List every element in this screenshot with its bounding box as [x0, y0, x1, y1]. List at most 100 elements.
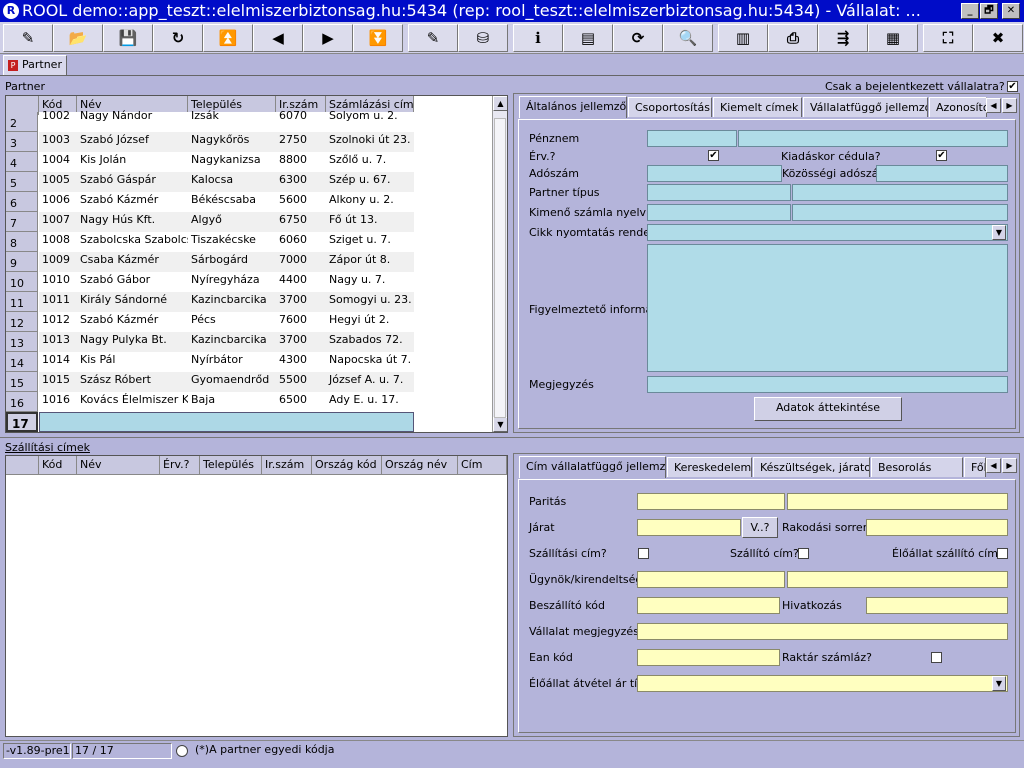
- eloallat-atvetel-select[interactable]: [637, 675, 1008, 692]
- table-row[interactable]: 12 1012 Szabó Kázmér Pécs 7600 Hegyi út 2.: [6, 312, 496, 332]
- prev-button[interactable]: ◀: [253, 24, 303, 52]
- eloallat-checkbox[interactable]: [997, 548, 1008, 559]
- cell-ir[interactable]: 6060: [276, 232, 326, 252]
- cell-nev[interactable]: Szabó József: [77, 132, 188, 152]
- cell-ir[interactable]: 8800: [276, 152, 326, 172]
- cell-nev[interactable]: Nagy Nándor: [77, 108, 188, 128]
- ship-col-erv[interactable]: Érv.?: [160, 456, 200, 475]
- cell-kod[interactable]: 1014: [39, 352, 77, 372]
- cikk-select[interactable]: [647, 224, 1008, 241]
- ship-col-kod[interactable]: Kód: [39, 456, 77, 475]
- table-row[interactable]: 11 1011 Király Sándorné Kazincbarcika 3700 So…: [6, 292, 496, 312]
- cell-tel[interactable]: Kalocsa: [188, 172, 276, 192]
- cell-cim[interactable]: Ady E. u. 17.: [326, 392, 414, 412]
- cell-ir[interactable]: 5500: [276, 372, 326, 392]
- cell-ir[interactable]: 4300: [276, 352, 326, 372]
- table-row[interactable]: 13 1013 Nagy Pulyka Bt. Kazincbarcika 3700 Sz…: [6, 332, 496, 352]
- cell-kod[interactable]: 1016: [39, 392, 77, 412]
- hivatkozas-field[interactable]: [866, 597, 1008, 614]
- cell-kod[interactable]: 1008: [39, 232, 77, 252]
- table-row[interactable]: 8 1008 Szabolcska Szabolcs Tiszakécske 6060 S…: [6, 232, 496, 252]
- cell-ir[interactable]: 7000: [276, 252, 326, 272]
- table-row[interactable]: 4 1004 Kis Jolán Nagykanizsa 8800 Szőlő u. 7.: [6, 152, 496, 172]
- cell-tel[interactable]: Izsák: [188, 108, 276, 128]
- cell-kod[interactable]: 1003: [39, 132, 77, 152]
- szallitasi-cim-checkbox[interactable]: [638, 548, 649, 559]
- cell-cim[interactable]: Solyom u. 2.: [326, 108, 414, 128]
- table-row[interactable]: 16 1016 Kovács Élelmiszer Kft Baja 6500 Ady E…: [6, 392, 496, 412]
- shipping-tab-3[interactable]: Besorolás: [871, 457, 963, 477]
- cell-kod[interactable]: 1009: [39, 252, 77, 272]
- up-first-button[interactable]: ⏫: [203, 24, 253, 52]
- penznem-name-field[interactable]: [738, 130, 1008, 147]
- cell-tel[interactable]: Kazincbarcika: [188, 332, 276, 352]
- vallalat-megjegyzes-field[interactable]: [637, 623, 1008, 640]
- cell-nev[interactable]: Szabó Gáspár: [77, 172, 188, 192]
- cell-cim[interactable]: Szőlő u. 7.: [326, 152, 414, 172]
- row-number[interactable]: 9: [6, 252, 38, 272]
- figyelmezteto-textarea[interactable]: [647, 244, 1008, 372]
- form-view-button[interactable]: ▤: [563, 24, 613, 52]
- new-row-cells[interactable]: [39, 412, 414, 432]
- megjegyzes-field[interactable]: [647, 376, 1008, 393]
- edit-button[interactable]: ✎: [408, 24, 458, 52]
- cell-ir[interactable]: 6070: [276, 108, 326, 128]
- tab-scroll-left-button[interactable]: ◀: [986, 98, 1001, 113]
- row-number[interactable]: 12: [6, 312, 38, 332]
- table-row[interactable]: 9 1009 Csaba Kázmér Sárbogárd 7000 Zápor út 8…: [6, 252, 496, 272]
- cell-nev[interactable]: Nagy Hús Kft.: [77, 212, 188, 232]
- adoszam-field[interactable]: [647, 165, 782, 182]
- fullscreen-button[interactable]: ⛶: [923, 24, 973, 52]
- szallito-cim-checkbox[interactable]: [798, 548, 809, 559]
- search-button[interactable]: 🔍: [663, 24, 713, 52]
- cell-kod[interactable]: 1005: [39, 172, 77, 192]
- ship-col-orszag-nev[interactable]: Ország név: [382, 456, 458, 475]
- partner-vertical-scrollbar[interactable]: ▲ ▼: [492, 96, 507, 432]
- table-row[interactable]: 10 1010 Szabó Gábor Nyíregyháza 4400 Nagy u. …: [6, 272, 496, 292]
- cell-ir[interactable]: 6750: [276, 212, 326, 232]
- cell-kod[interactable]: 1013: [39, 332, 77, 352]
- cell-nev[interactable]: Szabó Gábor: [77, 272, 188, 292]
- row-number[interactable]: 7: [6, 212, 38, 232]
- refresh-green-button[interactable]: ↻: [153, 24, 203, 52]
- cell-nev[interactable]: Csaba Kázmér: [77, 252, 188, 272]
- cell-cim[interactable]: Napocska út 7.: [326, 352, 414, 372]
- table-row[interactable]: 14 1014 Kis Pál Nyírbátor 4300 Napocska út 7.: [6, 352, 496, 372]
- partner-tipus-code-field[interactable]: [647, 184, 791, 201]
- cell-cim[interactable]: Somogyi u. 23.: [326, 292, 414, 312]
- row-number[interactable]: 6: [6, 192, 38, 212]
- row-number[interactable]: 11: [6, 292, 38, 312]
- paritas-name-field[interactable]: [787, 493, 1008, 510]
- cell-tel[interactable]: Baja: [188, 392, 276, 412]
- cell-tel[interactable]: Tiszakécske: [188, 232, 276, 252]
- cell-cim[interactable]: Fő út 13.: [326, 212, 414, 232]
- cell-nev[interactable]: Szász Róbert: [77, 372, 188, 392]
- grid-import-button[interactable]: ▦: [868, 24, 918, 52]
- ship-tab-scroll-left-button[interactable]: ◀: [986, 458, 1001, 473]
- rakodasi-field[interactable]: [866, 519, 1008, 536]
- grid-export-button[interactable]: ⇶: [818, 24, 868, 52]
- cell-kod[interactable]: 1006: [39, 192, 77, 212]
- row-number[interactable]: 5: [6, 172, 38, 192]
- row-number[interactable]: 10: [6, 272, 38, 292]
- cell-ir[interactable]: 6500: [276, 392, 326, 412]
- detail-tab-2[interactable]: Kiemelt címek: [713, 97, 802, 117]
- cell-cim[interactable]: Hegyi út 2.: [326, 312, 414, 332]
- last-button[interactable]: ⏬: [353, 24, 403, 52]
- cell-kod[interactable]: 1007: [39, 212, 77, 232]
- cell-nev[interactable]: Szabó Kázmér: [77, 192, 188, 212]
- cell-kod[interactable]: 1010: [39, 272, 77, 292]
- open-button[interactable]: 📂: [53, 24, 103, 52]
- cell-ir[interactable]: 3700: [276, 292, 326, 312]
- close-window-button[interactable]: ✕: [1002, 3, 1020, 19]
- cell-tel[interactable]: Algyő: [188, 212, 276, 232]
- cell-nev[interactable]: Szabolcska Szabolcs: [77, 232, 188, 252]
- cell-ir[interactable]: 7600: [276, 312, 326, 332]
- adatok-attekintese-button[interactable]: Adatok áttekintése: [754, 397, 902, 421]
- cell-cim[interactable]: Szép u. 67.: [326, 172, 414, 192]
- cell-kod[interactable]: 1002: [39, 108, 77, 128]
- cell-tel[interactable]: Békéscsaba: [188, 192, 276, 212]
- row-number[interactable]: 16: [6, 392, 38, 412]
- detail-tab-0[interactable]: Általános jellemzők: [519, 96, 627, 118]
- cell-tel[interactable]: Gyomaendrőd: [188, 372, 276, 392]
